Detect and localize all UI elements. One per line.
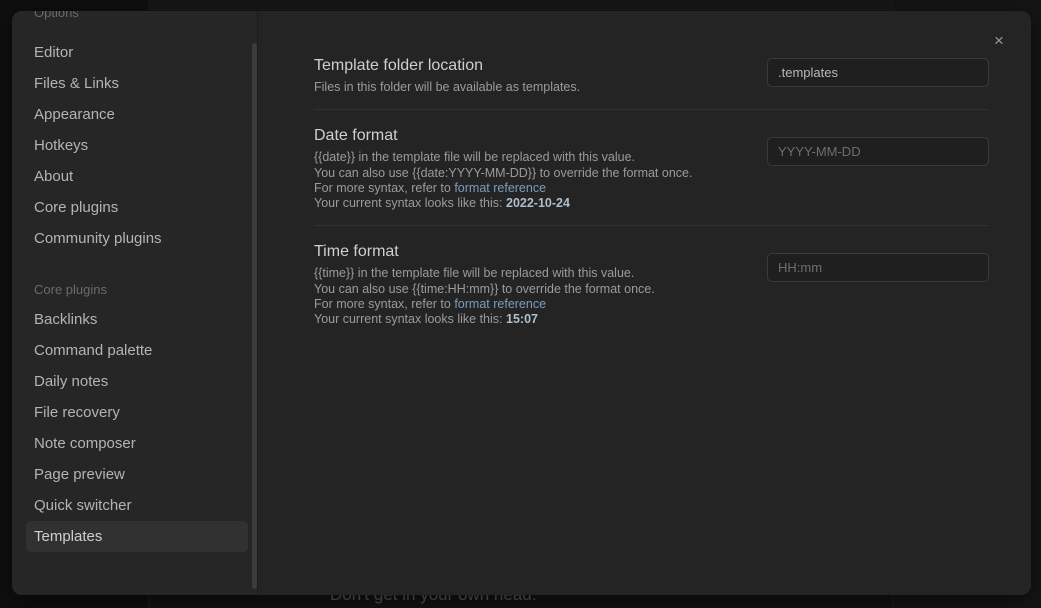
- setting-description-line: Your current syntax looks like this: 15:…: [314, 312, 655, 327]
- sidebar-item-label: Daily notes: [34, 373, 109, 390]
- setting-description-line: You can also use {{date:YYYY-MM-DD}} to …: [314, 166, 692, 181]
- sidebar-item-label: Page preview: [34, 466, 125, 483]
- setting-description-date-format: {{date}} in the template file will be re…: [314, 150, 692, 211]
- close-icon[interactable]: ×: [987, 29, 1011, 53]
- sidebar-item-about[interactable]: About: [34, 161, 248, 192]
- setting-row-time-format: Time format {{time}} in the template file…: [314, 225, 989, 341]
- setting-description-text: You can also use {{date:YYYY-MM-DD}} to …: [314, 165, 693, 180]
- sidebar-item-label: Command palette: [34, 342, 153, 359]
- sidebar-item-label: Core plugins: [34, 199, 119, 216]
- sidebar-item-quick-switcher[interactable]: Quick switcher: [34, 490, 248, 521]
- sidebar-item-label: Editor: [34, 44, 74, 61]
- setting-name-template-folder: Template folder location: [314, 57, 483, 74]
- sidebar-scrollbar-thumb[interactable]: [252, 43, 257, 589]
- sidebar-item-file-recovery[interactable]: File recovery: [34, 397, 248, 428]
- sidebar-item-label: Appearance: [34, 106, 115, 123]
- setting-row-template-folder: Template folder location Files in this fo…: [314, 46, 989, 109]
- sidebar-item-templates[interactable]: Templates: [26, 521, 248, 552]
- sidebar-item-editor[interactable]: Editor: [34, 37, 248, 68]
- sidebar-item-label: File recovery: [34, 404, 120, 421]
- setting-description-line: You can also use {{time:HH:mm}} to overr…: [314, 282, 655, 297]
- setting-control: [767, 126, 989, 167]
- setting-description-text: Your current syntax looks like this:: [314, 196, 506, 210]
- sidebar-item-files-links[interactable]: Files & Links: [34, 68, 248, 99]
- sidebar-item-label: Templates: [34, 528, 103, 545]
- setting-description-line: {{time}} in the template file will be re…: [314, 266, 655, 281]
- sidebar-item-daily-notes[interactable]: Daily notes: [34, 366, 248, 397]
- settings-item-list: Template folder location Files in this fo…: [314, 46, 989, 341]
- sidebar-core-plugins-nav: Backlinks Command palette Daily notes File …: [12, 304, 257, 552]
- setting-description-text: {{date}} in the template file will be re…: [314, 150, 636, 165]
- sidebar-item-label: About: [34, 168, 74, 185]
- sidebar-item-label: Backlinks: [34, 311, 98, 328]
- sidebar-item-core-plugins[interactable]: Core plugins: [34, 192, 248, 223]
- sidebar-item-command-palette[interactable]: Command palette: [34, 335, 248, 366]
- settings-content: × Template folder location Files in this …: [258, 11, 1031, 595]
- setting-description-time-format: {{time}} in the template file will be re…: [314, 266, 655, 327]
- date-format-input[interactable]: [767, 137, 989, 167]
- setting-description-text: Files in this folder will be available a…: [314, 80, 581, 94]
- setting-description-text: {{time}} in the template file will be re…: [314, 266, 635, 281]
- sidebar-item-label: Files & Links: [34, 75, 120, 92]
- sidebar-item-label: Hotkeys: [34, 137, 89, 154]
- setting-info: Template folder location Files in this fo…: [314, 56, 580, 95]
- sidebar-item-appearance[interactable]: Appearance: [34, 99, 248, 130]
- setting-description-line: Files in this folder will be available a…: [314, 80, 580, 95]
- template-folder-input[interactable]: [767, 58, 989, 87]
- setting-description-line: For more syntax, refer to format referen…: [314, 181, 692, 196]
- setting-description-line: For more syntax, refer to format referen…: [314, 297, 655, 312]
- time-format-input[interactable]: [767, 253, 989, 283]
- settings-sidebar: Options Editor Files & Links Appearance Hot…: [12, 11, 258, 595]
- sidebar-item-note-composer[interactable]: Note composer: [34, 428, 248, 459]
- setting-description-text: For more syntax, refer to: [314, 296, 455, 311]
- format-reference-link[interactable]: format reference: [454, 297, 546, 311]
- sidebar-item-label: Quick switcher: [34, 497, 132, 514]
- current-syntax-preview: 2022-10-24: [506, 196, 570, 210]
- setting-description-line: {{date}} in the template file will be re…: [314, 150, 692, 165]
- setting-name-date-format: Date format: [314, 127, 398, 145]
- sidebar-options-header: Options: [34, 11, 79, 20]
- sidebar-item-community-plugins[interactable]: Community plugins: [34, 223, 248, 254]
- setting-control: [767, 56, 989, 87]
- setting-description-text: Your current syntax looks like this:: [314, 312, 506, 326]
- sidebar-core-plugins-header: Core plugins: [34, 282, 107, 297]
- setting-description-line: Your current syntax looks like this: 202…: [314, 196, 692, 211]
- setting-description-text: For more syntax, refer to: [314, 180, 455, 195]
- setting-info: Time format {{time}} in the template file…: [314, 242, 655, 327]
- setting-description-template-folder: Files in this folder will be available a…: [314, 80, 580, 95]
- setting-name-time-format: Time format: [314, 243, 399, 261]
- sidebar-item-label: Note composer: [34, 435, 136, 452]
- sidebar-primary-nav: Editor Files & Links Appearance Hotkeys Abou…: [12, 37, 257, 254]
- settings-modal: Options Editor Files & Links Appearance Hot…: [12, 11, 1031, 595]
- current-syntax-preview: 15:07: [506, 312, 538, 326]
- background-tab-strip: [148, 0, 893, 10]
- sidebar-scrollbar[interactable]: [252, 31, 257, 591]
- sidebar-item-page-preview[interactable]: Page preview: [34, 459, 248, 490]
- setting-info: Date format {{date}} in the template file…: [314, 126, 692, 211]
- setting-description-text: You can also use {{time:HH:mm}} to overr…: [314, 281, 655, 296]
- setting-control: [767, 242, 989, 283]
- sidebar-item-backlinks[interactable]: Backlinks: [34, 304, 248, 335]
- setting-row-date-format: Date format {{date}} in the template file…: [314, 109, 989, 225]
- sidebar-item-label: Community plugins: [34, 230, 162, 247]
- sidebar-item-hotkeys[interactable]: Hotkeys: [34, 130, 248, 161]
- format-reference-link[interactable]: format reference: [454, 181, 546, 195]
